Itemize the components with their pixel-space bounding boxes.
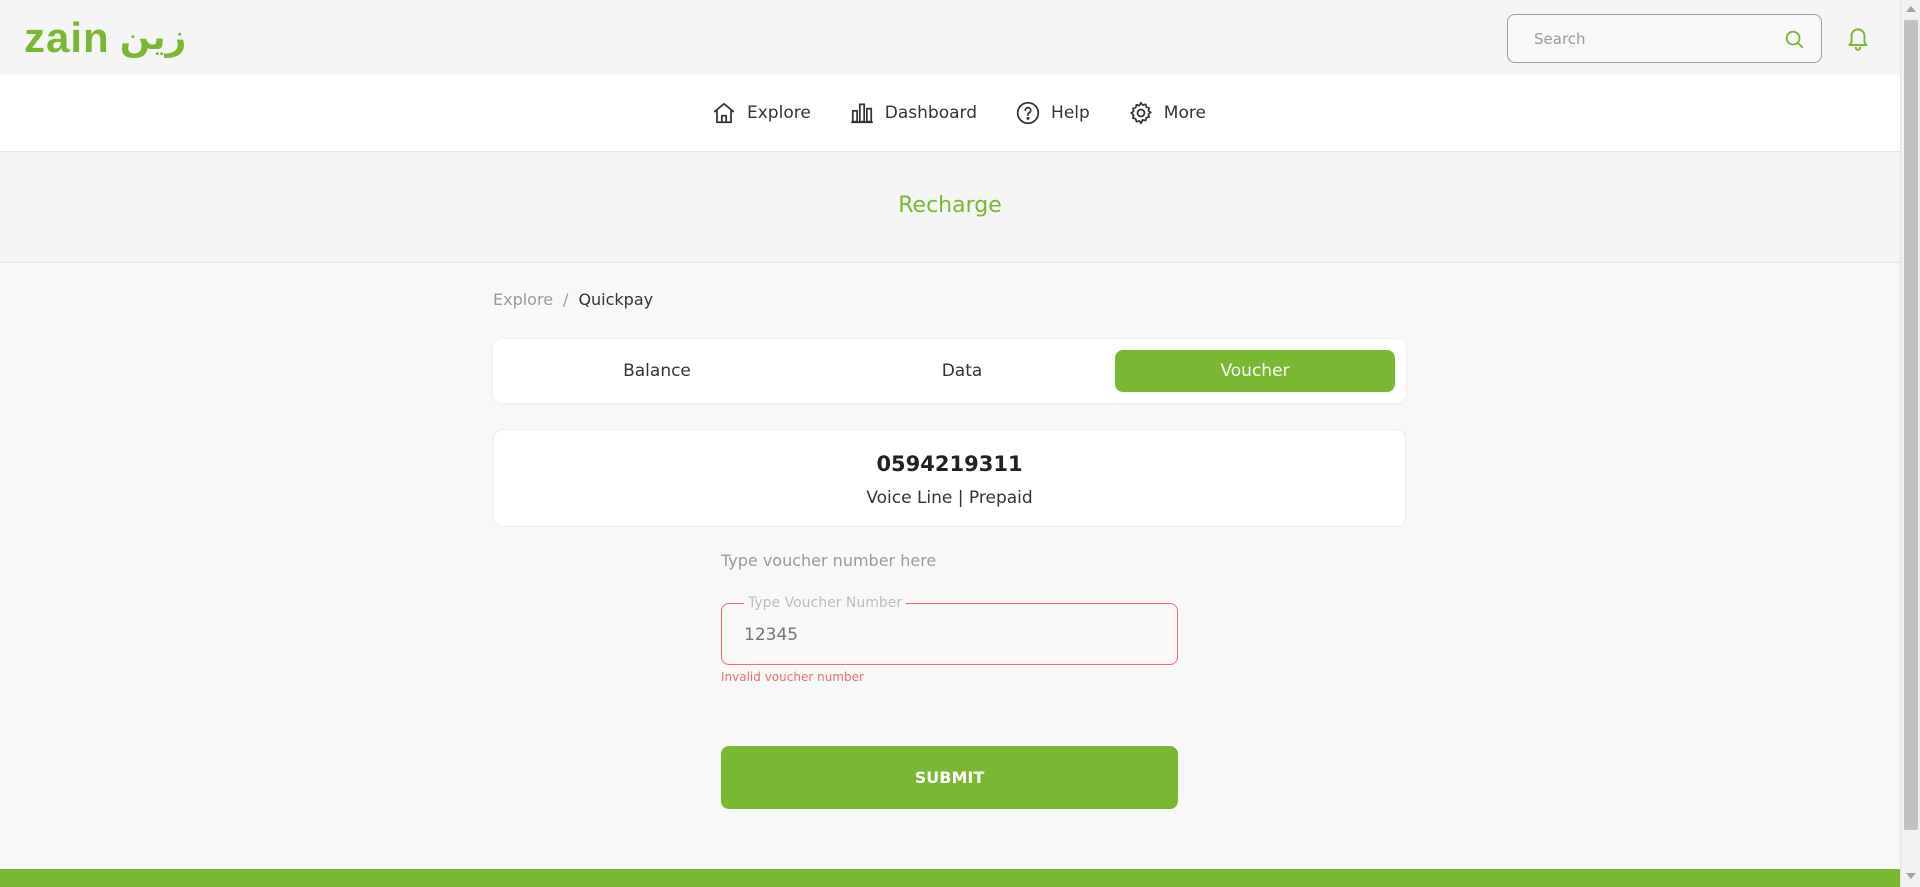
nav-more[interactable]: More [1128, 97, 1206, 129]
line-number: 0594219311 [876, 452, 1023, 476]
footer-band [0, 869, 1900, 887]
submit-button[interactable]: SUBMIT [721, 746, 1178, 809]
page-title: Recharge [898, 193, 1002, 218]
nav-help-label: Help [1051, 103, 1090, 123]
nav-help[interactable]: Help [1015, 97, 1090, 129]
tab-balance[interactable]: Balance [517, 350, 797, 392]
search-input[interactable] [1534, 27, 1774, 51]
nav-dashboard-label: Dashboard [884, 103, 978, 123]
page-scrollbar[interactable] [1900, 0, 1920, 887]
search-box [1507, 14, 1822, 63]
search-icon[interactable] [1783, 28, 1805, 50]
breadcrumb-current: Quickpay [578, 290, 654, 309]
scroll-down-arrow-icon[interactable] [1906, 873, 1916, 879]
logo-arabic-text: زين [119, 17, 187, 58]
voucher-error-message: Invalid voucher number [721, 670, 864, 684]
line-info-card: 0594219311 Voice Line | Prepaid [493, 429, 1406, 527]
nav-dashboard[interactable]: Dashboard [849, 97, 977, 129]
top-bar: zain زين [0, 0, 1900, 75]
zain-logo[interactable]: zain زين [24, 14, 187, 61]
breadcrumb-explore[interactable]: Explore [493, 290, 553, 309]
voucher-field-label: Type Voucher Number [744, 595, 907, 611]
scroll-thumb[interactable] [1904, 20, 1918, 830]
bar-chart-icon [850, 103, 873, 124]
voucher-field: Type Voucher Number [721, 595, 1178, 665]
bell-icon[interactable] [1845, 24, 1871, 52]
voucher-hint: Type voucher number here [721, 551, 937, 570]
breadcrumb: Explore / Quickpay [493, 290, 653, 309]
recharge-tabs: Balance Data Voucher [493, 339, 1406, 403]
tab-voucher[interactable]: Voucher [1115, 350, 1395, 392]
breadcrumb-separator: / [563, 290, 569, 309]
tab-data[interactable]: Data [822, 350, 1102, 392]
page-header: Recharge [0, 152, 1900, 263]
scroll-up-arrow-icon[interactable] [1906, 6, 1916, 12]
logo-latin-text: zain [24, 14, 110, 61]
nav-explore-label: Explore [747, 103, 811, 123]
main-nav: Explore Dashboard Help More [0, 75, 1900, 152]
nav-explore[interactable]: Explore [711, 97, 811, 129]
help-circle-icon [1016, 101, 1040, 125]
voucher-input[interactable] [744, 622, 1154, 648]
home-icon [713, 102, 735, 124]
gear-icon [1130, 101, 1152, 125]
line-type: Voice Line | Prepaid [866, 488, 1033, 508]
nav-more-label: More [1163, 103, 1206, 123]
